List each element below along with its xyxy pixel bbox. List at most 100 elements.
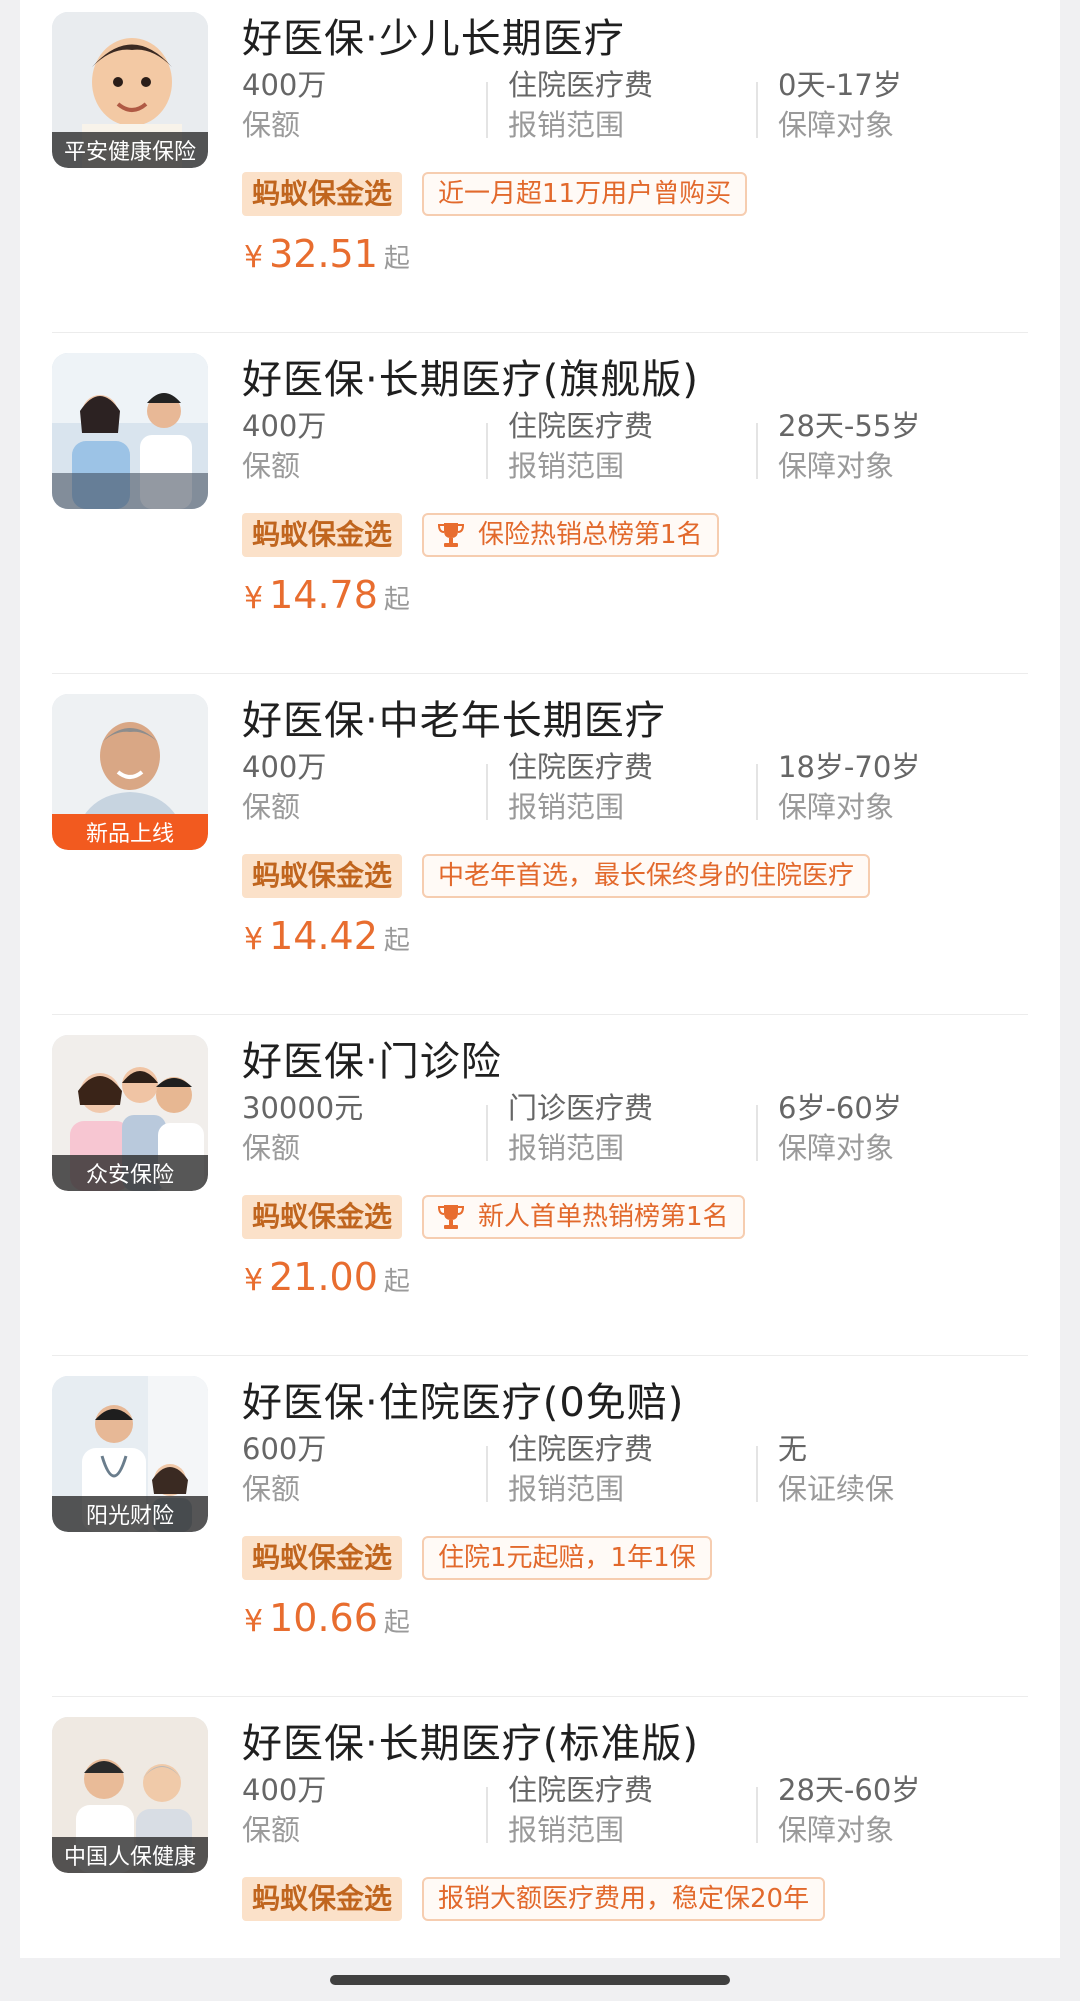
target-label: 保障对象: [778, 1813, 895, 1847]
coverage-label: 保额: [242, 790, 301, 824]
highlight-tag: 中老年首选，最长保终身的住院医疗: [422, 854, 871, 898]
product-thumbnail: 众安保险: [52, 1035, 208, 1191]
scope-label: 报销范围: [508, 1472, 625, 1506]
price-suffix: 起: [383, 1267, 410, 1297]
product-thumbnail: 平安健康保险: [52, 12, 208, 168]
gold-select-tag: 蚂蚁保金选: [242, 1877, 403, 1921]
coverage-value: 30000元: [242, 1091, 364, 1125]
product-title: 好医保·长期医疗(旗舰版): [242, 357, 699, 403]
gold-select-tag: 蚂蚁保金选: [242, 1536, 403, 1580]
scope-value: 住院医疗费: [508, 409, 654, 443]
price-value: 14.42: [269, 914, 378, 958]
highlight-text: 住院1元起赔，1年1保: [438, 1543, 696, 1573]
currency-symbol: ¥: [244, 581, 264, 616]
coverage-column: 400万 保额: [242, 407, 326, 487]
target-column: 28天-60岁 保障对象: [778, 1771, 920, 1851]
scope-value: 住院医疗费: [508, 750, 654, 784]
product-card-inpatient-zero-deductible[interactable]: 阳光财险 好医保·住院医疗(0免赔) 600万 保额 住院医疗费 报销范围 无 …: [20, 1356, 1060, 1697]
scope-label: 报销范围: [508, 108, 625, 142]
column-divider: [486, 423, 488, 479]
scope-value: 住院医疗费: [508, 68, 654, 102]
price: ¥ 14.42 起: [244, 914, 410, 958]
scope-column: 门诊医疗费 报销范围: [508, 1089, 653, 1169]
price: ¥ 10.66 起: [244, 1596, 410, 1640]
gold-select-tag: 蚂蚁保金选: [242, 1195, 403, 1239]
coverage-value: 400万: [242, 409, 327, 443]
scope-label: 报销范围: [508, 1131, 625, 1165]
scope-label: 报销范围: [508, 790, 625, 824]
gold-select-tag: 蚂蚁保金选: [242, 172, 403, 216]
highlight-tag: 新人首单热销榜第1名: [422, 1195, 745, 1239]
target-value: 28天-60岁: [778, 1773, 921, 1807]
coverage-column: 400万 保额: [242, 66, 326, 146]
price-suffix: 起: [383, 926, 410, 956]
price-suffix: 起: [383, 585, 410, 615]
product-card-long-term-flagship[interactable]: 好医保·长期医疗(旗舰版) 400万 保额 住院医疗费 报销范围 28天-55岁…: [20, 333, 1060, 674]
coverage-label: 保额: [242, 1472, 301, 1506]
currency-symbol: ¥: [244, 1263, 264, 1298]
scope-column: 住院医疗费 报销范围: [508, 66, 653, 146]
highlight-tag: 保险热销总榜第1名: [422, 513, 719, 557]
column-divider: [486, 1446, 488, 1502]
product-list: 平安健康保险 好医保·少儿长期医疗 400万 保额 住院医疗费 报销范围 0天-…: [20, 0, 1060, 1958]
price-value: 10.66: [269, 1596, 378, 1640]
column-divider: [486, 82, 488, 138]
coverage-label: 保额: [242, 108, 301, 142]
scope-column: 住院医疗费 报销范围: [508, 1771, 653, 1851]
price-value: 21.00: [269, 1255, 378, 1299]
coverage-value: 400万: [242, 750, 327, 784]
currency-symbol: ¥: [244, 1604, 264, 1639]
highlight-text: 新人首单热销榜第1名: [478, 1202, 729, 1232]
product-title: 好医保·长期医疗(标准版): [242, 1721, 699, 1767]
product-title: 好医保·中老年长期医疗: [242, 698, 666, 744]
price: ¥ 32.51 起: [244, 232, 410, 276]
coverage-column: 400万 保额: [242, 1771, 326, 1851]
product-thumbnail: [52, 353, 208, 509]
scope-column: 住院医疗费 报销范围: [508, 407, 653, 487]
highlight-tag: 近一月超11万用户曾购买: [422, 172, 748, 216]
coverage-value: 600万: [242, 1432, 327, 1466]
scope-column: 住院医疗费 报销范围: [508, 748, 653, 828]
coverage-label: 保额: [242, 1813, 301, 1847]
highlight-tag: 住院1元起赔，1年1保: [422, 1536, 712, 1580]
coverage-column: 400万 保额: [242, 748, 326, 828]
new-product-badge: 新品上线: [52, 814, 208, 850]
insurer-badge: 平安健康保险: [52, 132, 208, 168]
insurer-badge: 众安保险: [52, 1155, 208, 1191]
highlight-tag: 报销大额医疗费用，稳定保20年: [422, 1877, 826, 1921]
column-divider: [756, 1105, 758, 1161]
column-divider: [756, 1446, 758, 1502]
product-card-outpatient[interactable]: 众安保险 好医保·门诊险 30000元 保额 门诊医疗费 报销范围 6岁-60岁…: [20, 1015, 1060, 1356]
trophy-icon: [438, 523, 464, 547]
gold-select-tag: 蚂蚁保金选: [242, 513, 403, 557]
trophy-icon: [438, 1205, 464, 1229]
coverage-label: 保额: [242, 449, 301, 483]
price: ¥ 21.00 起: [244, 1255, 410, 1299]
scope-label: 报销范围: [508, 449, 625, 483]
product-title: 好医保·门诊险: [242, 1039, 502, 1085]
price-value: 32.51: [269, 232, 378, 276]
home-indicator[interactable]: [330, 1975, 730, 1985]
target-value: 18岁-70岁: [778, 750, 921, 784]
highlight-text: 近一月超11万用户曾购买: [438, 179, 732, 209]
coverage-label: 保额: [242, 1131, 301, 1165]
product-thumbnail: 阳光财险: [52, 1376, 208, 1532]
column-divider: [756, 423, 758, 479]
renewal-label: 保证续保: [778, 1472, 895, 1506]
product-card-child-long-term[interactable]: 平安健康保险 好医保·少儿长期医疗 400万 保额 住院医疗费 报销范围 0天-…: [20, 0, 1060, 333]
target-column: 18岁-70岁 保障对象: [778, 748, 920, 828]
coverage-value: 400万: [242, 1773, 327, 1807]
product-thumbnail: 新品上线: [52, 694, 208, 850]
highlight-text: 保险热销总榜第1名: [478, 520, 703, 550]
highlight-text: 报销大额医疗费用，稳定保20年: [438, 1884, 810, 1914]
product-title: 好医保·住院医疗(0免赔): [242, 1380, 685, 1426]
scope-column: 住院医疗费 报销范围: [508, 1430, 653, 1510]
highlight-text: 中老年首选，最长保终身的住院医疗: [438, 861, 855, 891]
target-value: 28天-55岁: [778, 409, 921, 443]
scope-value: 门诊医疗费: [508, 1091, 654, 1125]
product-card-senior-long-term[interactable]: 新品上线 好医保·中老年长期医疗 400万 保额 住院医疗费 报销范围 18岁-…: [20, 674, 1060, 1015]
target-column: 6岁-60岁 保障对象: [778, 1089, 902, 1169]
gold-select-tag: 蚂蚁保金选: [242, 854, 403, 898]
target-value: 0天-17岁: [778, 68, 902, 102]
product-card-long-term-standard[interactable]: 中国人保健康 好医保·长期医疗(标准版) 400万 保额 住院医疗费 报销范围 …: [20, 1697, 1060, 1958]
